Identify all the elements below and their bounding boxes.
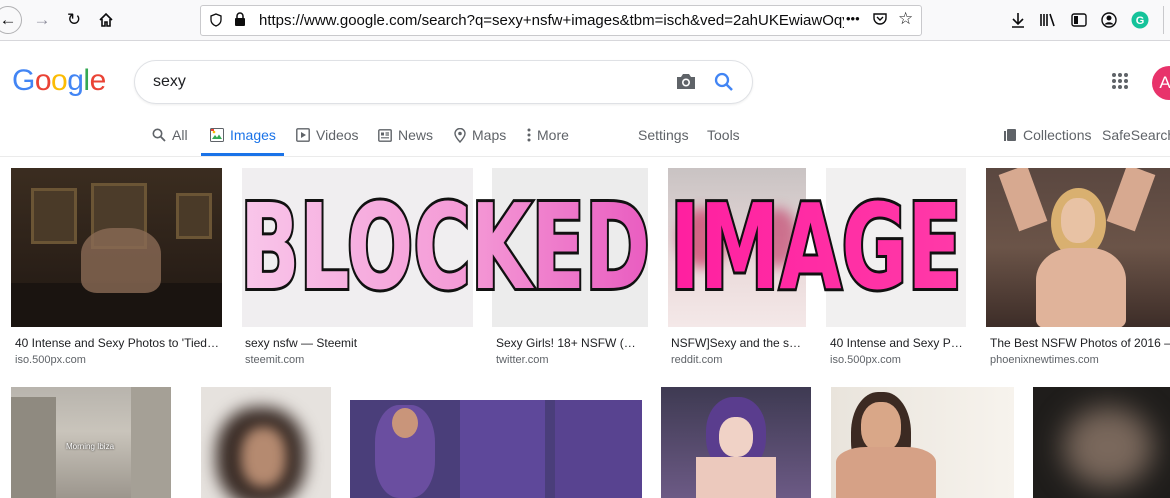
result-thumbnail[interactable] bbox=[201, 387, 331, 498]
collections-label: Collections bbox=[1023, 127, 1092, 143]
result-thumbnail[interactable]: Morning Ibiza bbox=[11, 387, 171, 498]
lock-icon bbox=[234, 12, 246, 32]
map-pin-icon bbox=[454, 127, 466, 143]
logo-letter: G bbox=[12, 64, 35, 97]
safesearch-label: SafeSearch bbox=[1102, 127, 1170, 143]
home-icon[interactable] bbox=[94, 8, 118, 32]
result-source[interactable]: iso.500px.com bbox=[830, 354, 901, 366]
avatar[interactable]: A bbox=[1152, 66, 1170, 100]
result-title[interactable]: 40 Intense and Sexy Photos to 'Tied' ... bbox=[15, 336, 220, 350]
header-divider bbox=[0, 156, 1170, 157]
bookmark-icon bbox=[1004, 129, 1016, 141]
tab-all[interactable]: All bbox=[152, 127, 188, 143]
avatar-letter: A bbox=[1159, 73, 1170, 92]
search-input[interactable]: sexy bbox=[153, 73, 186, 91]
safesearch-toggle[interactable]: SafeSearch ▼ bbox=[1102, 127, 1170, 143]
tab-label: News bbox=[398, 127, 434, 143]
bookmark-star-icon[interactable]: ☆ bbox=[898, 9, 913, 29]
page-actions-icon[interactable]: ••• bbox=[846, 11, 860, 26]
result-thumbnail[interactable] bbox=[1033, 387, 1170, 498]
google-logo[interactable]: Google bbox=[12, 64, 106, 98]
result-thumbnail[interactable] bbox=[831, 387, 1014, 498]
apps-grid-icon[interactable] bbox=[1112, 73, 1128, 94]
result-thumbnail[interactable] bbox=[11, 168, 222, 327]
browser-toolbar: ← → ↻ https://www.google.com/search?q=se… bbox=[0, 0, 1170, 41]
tab-label: Images bbox=[230, 127, 276, 143]
image-word: IMAGE bbox=[670, 178, 962, 316]
camera-icon[interactable] bbox=[675, 72, 697, 96]
toolbar-divider bbox=[1163, 6, 1164, 34]
tools-label: Tools bbox=[707, 127, 740, 143]
tab-videos[interactable]: Videos bbox=[296, 127, 359, 143]
downloads-icon[interactable] bbox=[1006, 8, 1030, 32]
blocked-image-banner: BLOCKED IMAGE bbox=[237, 175, 968, 319]
result-source[interactable]: iso.500px.com bbox=[15, 354, 86, 366]
tab-more[interactable]: More bbox=[527, 127, 569, 143]
account-icon[interactable] bbox=[1097, 8, 1121, 32]
video-icon bbox=[296, 128, 310, 142]
news-icon bbox=[378, 128, 392, 142]
site-info-icon[interactable] bbox=[209, 13, 223, 32]
collections-link[interactable]: Collections bbox=[1003, 127, 1091, 143]
tab-maps[interactable]: Maps bbox=[454, 127, 506, 143]
result-title[interactable]: Sexy Girls! 18+ NSFW (@t... bbox=[496, 336, 646, 350]
url-text[interactable]: https://www.google.com/search?q=sexy+nsf… bbox=[259, 12, 844, 29]
logo-letter: o bbox=[34, 64, 52, 97]
tools-link[interactable]: Tools bbox=[707, 127, 740, 143]
sidebar-icon[interactable] bbox=[1067, 8, 1091, 32]
result-source[interactable]: phoenixnewtimes.com bbox=[990, 354, 1099, 366]
settings-label: Settings bbox=[638, 127, 689, 143]
result-title[interactable]: 40 Intense and Sexy Ph... bbox=[830, 336, 965, 350]
search-box[interactable]: sexy bbox=[134, 60, 753, 104]
result-source[interactable]: reddit.com bbox=[671, 354, 722, 366]
library-icon[interactable] bbox=[1036, 8, 1060, 32]
image-caption: Morning Ibiza bbox=[66, 442, 115, 451]
result-title[interactable]: sexy nsfw — Steemit bbox=[245, 336, 470, 350]
blocked-word: BLOCKED bbox=[240, 178, 650, 316]
tab-images[interactable]: Images bbox=[210, 127, 276, 143]
logo-letter: e bbox=[89, 64, 107, 97]
settings-link[interactable]: Settings bbox=[638, 127, 689, 143]
tab-news[interactable]: News bbox=[378, 127, 433, 143]
grammarly-extension-icon[interactable]: G bbox=[1128, 8, 1152, 32]
result-thumbnail[interactable] bbox=[661, 387, 811, 498]
tab-label: Videos bbox=[316, 127, 359, 143]
result-title[interactable]: The Best NSFW Photos of 2016 — bbox=[990, 336, 1170, 350]
tab-label: Maps bbox=[472, 127, 507, 143]
pocket-icon[interactable] bbox=[872, 11, 888, 32]
more-vert-icon bbox=[527, 128, 531, 142]
search-icon[interactable] bbox=[714, 72, 734, 97]
logo-letter: o bbox=[51, 64, 68, 97]
search-icon bbox=[152, 128, 166, 142]
image-icon bbox=[210, 128, 224, 142]
result-thumbnail[interactable] bbox=[986, 168, 1170, 327]
result-source[interactable]: steemit.com bbox=[245, 354, 304, 366]
back-icon[interactable]: ← bbox=[0, 6, 22, 34]
result-title[interactable]: NSFW]Sexy and the ski... bbox=[671, 336, 804, 350]
svg-text:G: G bbox=[1136, 15, 1145, 27]
reload-icon[interactable]: ↻ bbox=[62, 8, 86, 32]
result-thumbnail[interactable] bbox=[350, 400, 642, 498]
tab-label: More bbox=[537, 127, 569, 143]
tab-label: All bbox=[172, 127, 188, 143]
forward-icon[interactable]: → bbox=[30, 8, 54, 32]
logo-letter: g bbox=[67, 64, 84, 97]
blocked-image-text: BLOCKED IMAGE bbox=[237, 175, 965, 319]
result-source[interactable]: twitter.com bbox=[496, 354, 549, 366]
url-bar[interactable]: https://www.google.com/search?q=sexy+nsf… bbox=[200, 5, 922, 36]
